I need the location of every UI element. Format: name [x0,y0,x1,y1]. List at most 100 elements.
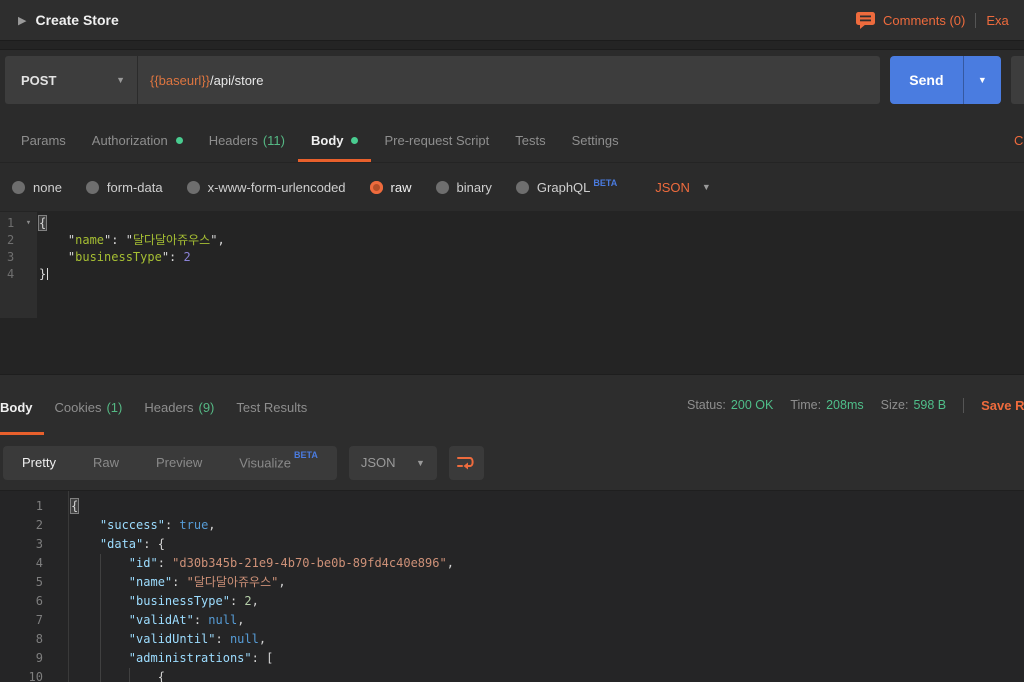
code-line: 8 "validUntil": null, [0,630,1024,649]
indent-guide [100,554,101,573]
request-tabs: ParamsAuthorizationHeaders(11)BodyPre-re… [0,118,1024,163]
tab-body[interactable]: Body [298,118,372,162]
code-line: 1▾{ [0,215,1024,232]
comments-label: Comments (0) [883,13,965,28]
line-number: 3 [0,535,43,554]
view-pretty[interactable]: Pretty [22,455,56,470]
url-variable: {{baseurl}} [150,73,210,88]
body-type-none[interactable]: none [12,180,62,195]
line-number: 6 [0,592,43,611]
code-line: 10 { [0,668,1024,682]
body-type-raw[interactable]: raw [370,180,412,195]
indent-guide [100,573,101,592]
line-number: 4 [0,554,43,573]
body-type-x-www-form-urlencoded[interactable]: x-www-form-urlencoded [187,180,346,195]
request-url-bar: POST ▼ {{baseurl}}/api/store Send ▼ [0,50,1024,118]
body-type-form-data[interactable]: form-data [86,180,163,195]
response-tabs: BodyCookies(1)Headers(9)Test Results [0,379,318,435]
tab-count-badge: (11) [263,133,285,148]
send-button[interactable]: Send ▼ [890,56,1001,104]
request-tabs-list: ParamsAuthorizationHeaders(11)BodyPre-re… [8,118,632,162]
postman-app: ▶ Create Store Comments (0) Exa POST ▼ [0,0,1024,682]
collapse-request-icon[interactable]: ▶ [18,14,26,27]
radio-icon [187,181,200,194]
view-raw[interactable]: Raw [93,455,119,470]
cookies-link-partial[interactable]: C [1014,118,1023,163]
body-type-binary[interactable]: binary [436,180,492,195]
request-body-code: 1▾{2 "name": "달다달아쥬우스",3 "businessType":… [0,215,1024,283]
method-url-group: POST ▼ {{baseurl}}/api/store [5,56,880,104]
line-number: 2 [0,232,20,249]
beta-badge: BETA [593,178,617,188]
radio-icon [516,181,529,194]
method-select[interactable]: POST ▼ [5,56,137,104]
save-response-button-partial[interactable]: Save R [981,398,1024,413]
word-wrap-icon [456,455,476,470]
code-line: 9 "administrations": [ [0,649,1024,668]
url-path: /api/store [210,73,263,88]
indent-guide [100,649,101,668]
tab-count-badge: (9) [199,400,215,415]
code-line: 3 "data": { [0,535,1024,554]
indent-guide [100,630,101,649]
indent-guide [100,611,101,630]
code-line: 4} [0,266,1024,283]
save-request-button-partial[interactable] [1011,56,1024,104]
chevron-down-icon: ▼ [416,458,425,468]
chevron-down-icon: ▼ [116,75,125,85]
response-tabs-row: BodyCookies(1)Headers(9)Test Results Sta… [0,375,1024,435]
indent-guide [100,668,101,682]
code-line: 6 "businessType": 2, [0,592,1024,611]
comment-bubble-icon [856,12,875,29]
response-language-select[interactable]: JSON ▼ [349,446,437,480]
raw-language-select[interactable]: JSON▼ [655,180,711,195]
response-pane: BodyCookies(1)Headers(9)Test Results Sta… [0,374,1024,682]
tab-pre-request-script[interactable]: Pre-request Script [371,118,502,162]
url-input[interactable]: {{baseurl}}/api/store [137,56,880,104]
tab-count-badge: (1) [106,400,122,415]
tab-tests[interactable]: Tests [502,118,558,162]
tab-params[interactable]: Params [8,118,79,162]
code-line: 2 "name": "달다달아쥬우스", [0,232,1024,249]
code-line: 1{ [0,497,1024,516]
body-type-selector: none form-data x-www-form-urlencoded raw bin… [0,163,1024,212]
line-number: 10 [0,668,43,682]
indent-guide [129,668,130,682]
response-body-editor[interactable]: 1{2 "success": true,3 "data": {4 "id": "… [0,491,1024,682]
line-number: 1 [0,215,20,232]
line-number: 2 [0,516,43,535]
time-badge: Time:208ms [790,398,863,412]
method-value: POST [21,73,56,88]
comments-button[interactable]: Comments (0) [856,12,965,29]
tab-authorization[interactable]: Authorization [79,118,196,162]
line-number: 1 [0,497,43,516]
line-number: 7 [0,611,43,630]
size-badge: Size:598 B [881,398,946,412]
request-body-editor[interactable]: 1▾{2 "name": "달다달아쥬우스",3 "businessType":… [0,212,1024,374]
tab-headers[interactable]: Headers(11) [196,118,298,162]
response-meta: Status:200 OK Time:208ms Size:598 B Save… [687,375,1024,435]
radio-icon [12,181,25,194]
tab-test-results[interactable]: Test Results [225,379,318,435]
radio-icon [86,181,99,194]
body-type-graphql[interactable]: GraphQLBETA [516,180,617,195]
text-cursor [47,268,48,280]
tab-headers[interactable]: Headers(9) [133,379,225,435]
view-visualize[interactable]: VisualizeBETA [239,454,318,470]
examples-button[interactable]: Exa [986,13,1008,28]
line-number: 9 [0,649,43,668]
tab-cookies[interactable]: Cookies(1) [44,379,134,435]
wrap-text-button[interactable] [449,446,484,480]
request-title: Create Store [35,12,118,28]
line-number: 5 [0,573,43,592]
line-number: 8 [0,630,43,649]
view-preview[interactable]: Preview [156,455,202,470]
divider [975,13,976,28]
tab-settings[interactable]: Settings [559,118,632,162]
request-header: ▶ Create Store Comments (0) Exa [0,0,1024,40]
tab-body[interactable]: Body [0,379,44,435]
response-toolbar: Pretty Raw Preview VisualizeBETA JSON ▼ [0,435,1024,491]
status-badge: Status:200 OK [687,398,773,412]
code-line: 5 "name": "달다달아쥬우스", [0,573,1024,592]
send-options-chevron-icon[interactable]: ▼ [963,56,1001,104]
